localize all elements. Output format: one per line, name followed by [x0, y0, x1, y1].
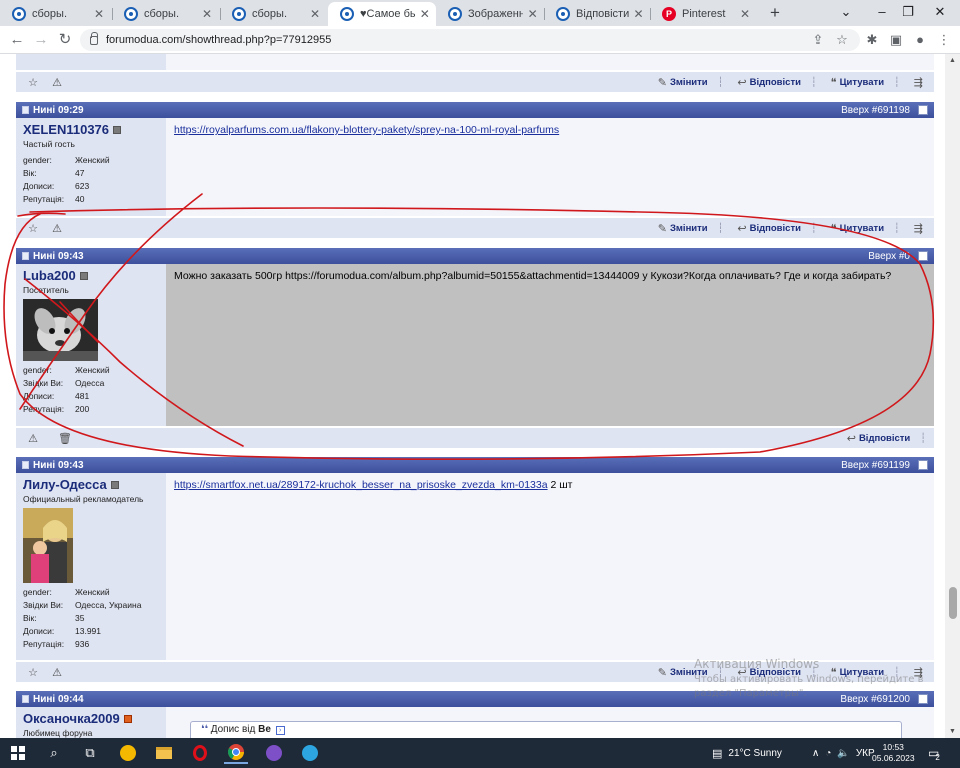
tab-strip: сборы.✕ сборы.✕ сборы.✕ ♥Самое быстр✕ Зо… [0, 0, 960, 26]
volume-icon[interactable]: 🔈 [837, 748, 849, 759]
browser-tab[interactable]: P Pinterest ✕ [650, 2, 758, 26]
extensions-icon[interactable]: ✱ [862, 30, 882, 50]
browser-tab[interactable]: Відповісти на✕ [544, 2, 650, 26]
url-text: forumodua.com/showthread.php?p=77912955 [106, 34, 332, 46]
notifications-icon[interactable]: ▭ 2 [928, 738, 940, 768]
eye-icon [340, 7, 354, 21]
eye-icon [12, 7, 26, 21]
eye-icon [232, 7, 246, 21]
close-tab-icon[interactable]: ✕ [200, 7, 214, 21]
network-icon[interactable]: ◔ [825, 748, 831, 759]
weather-widget[interactable]: ▤ 21°C Sunny [712, 738, 782, 768]
back-icon[interactable]: ← [6, 30, 28, 50]
search-icon[interactable]: ⌕ [42, 742, 66, 764]
telegram-icon[interactable] [298, 742, 322, 764]
new-tab-button[interactable]: + [764, 3, 786, 23]
forward-icon[interactable]: → [30, 30, 52, 50]
task-view-icon[interactable]: ⧉ [78, 742, 102, 764]
browser-tab[interactable]: Зображення й✕ [436, 2, 544, 26]
close-window-icon[interactable]: ✕ [920, 0, 960, 26]
windows-taskbar: ⌕ ⧉ ▤ 21°C Sunny ∧ ◔ 🔈 УКР 10:53 05.06.2… [0, 738, 960, 768]
eye-icon [124, 7, 138, 21]
system-tray[interactable]: ∧ ◔ 🔈 УКР [812, 738, 875, 768]
close-tab-icon[interactable]: ✕ [527, 7, 538, 21]
browser-tab[interactable]: сборы. ✕ [112, 2, 220, 26]
close-tab-icon[interactable]: ✕ [738, 7, 752, 21]
browser-toolbar: ← → ↻ forumodua.com/showthread.php?p=779… [0, 26, 960, 54]
file-explorer-icon[interactable] [152, 742, 176, 764]
browser-tab[interactable]: сборы. ✕ [220, 2, 328, 26]
close-tab-icon[interactable]: ✕ [420, 7, 430, 21]
tab-search-icon[interactable]: ⌄ [826, 0, 866, 26]
lock-icon [90, 31, 98, 45]
address-bar[interactable]: forumodua.com/showthread.php?p=77912955 [80, 29, 860, 51]
clock[interactable]: 10:53 05.06.2023 [872, 738, 915, 768]
bookmark-star-icon[interactable]: ☆ [832, 30, 852, 50]
scrollbar-thumb[interactable] [949, 587, 957, 619]
scroll-up-arrow-icon[interactable]: ▲ [948, 57, 957, 64]
app-icon[interactable] [116, 742, 140, 764]
page-scrollbar[interactable]: ▲ ▼ [945, 54, 960, 738]
pinterest-icon: P [662, 7, 676, 21]
close-tab-icon[interactable]: ✕ [633, 7, 644, 21]
close-tab-icon[interactable]: ✕ [92, 7, 106, 21]
red-annotation-overlay [3, 193, 935, 460]
page-viewport: ☆ ⚠ ✎ Змінити ┆ ↩ Відповісти ┆ ❝ Цитувати ┆… [0, 54, 960, 738]
share-icon[interactable]: ⇪ [808, 30, 828, 50]
chevron-up-icon[interactable]: ∧ [812, 748, 819, 759]
profile-avatar[interactable]: ● [910, 30, 930, 50]
viber-icon[interactable] [262, 742, 286, 764]
browser-tab[interactable]: сборы. ✕ [0, 2, 112, 26]
chrome-icon[interactable] [224, 742, 248, 764]
windows-start-icon[interactable] [6, 742, 30, 764]
browser-tab-active[interactable]: ♥Самое быстр✕ [328, 2, 436, 26]
eye-icon [556, 7, 570, 21]
reload-icon[interactable]: ↻ [54, 30, 76, 50]
scroll-down-arrow-icon[interactable]: ▼ [948, 728, 957, 735]
weather-icon: ▤ [712, 747, 723, 760]
opera-icon[interactable] [188, 742, 212, 764]
menu-icon[interactable]: ⋮ [934, 30, 954, 50]
close-tab-icon[interactable]: ✕ [308, 7, 322, 21]
eye-icon [448, 7, 462, 21]
side-panel-icon[interactable]: ▣ [886, 30, 906, 50]
